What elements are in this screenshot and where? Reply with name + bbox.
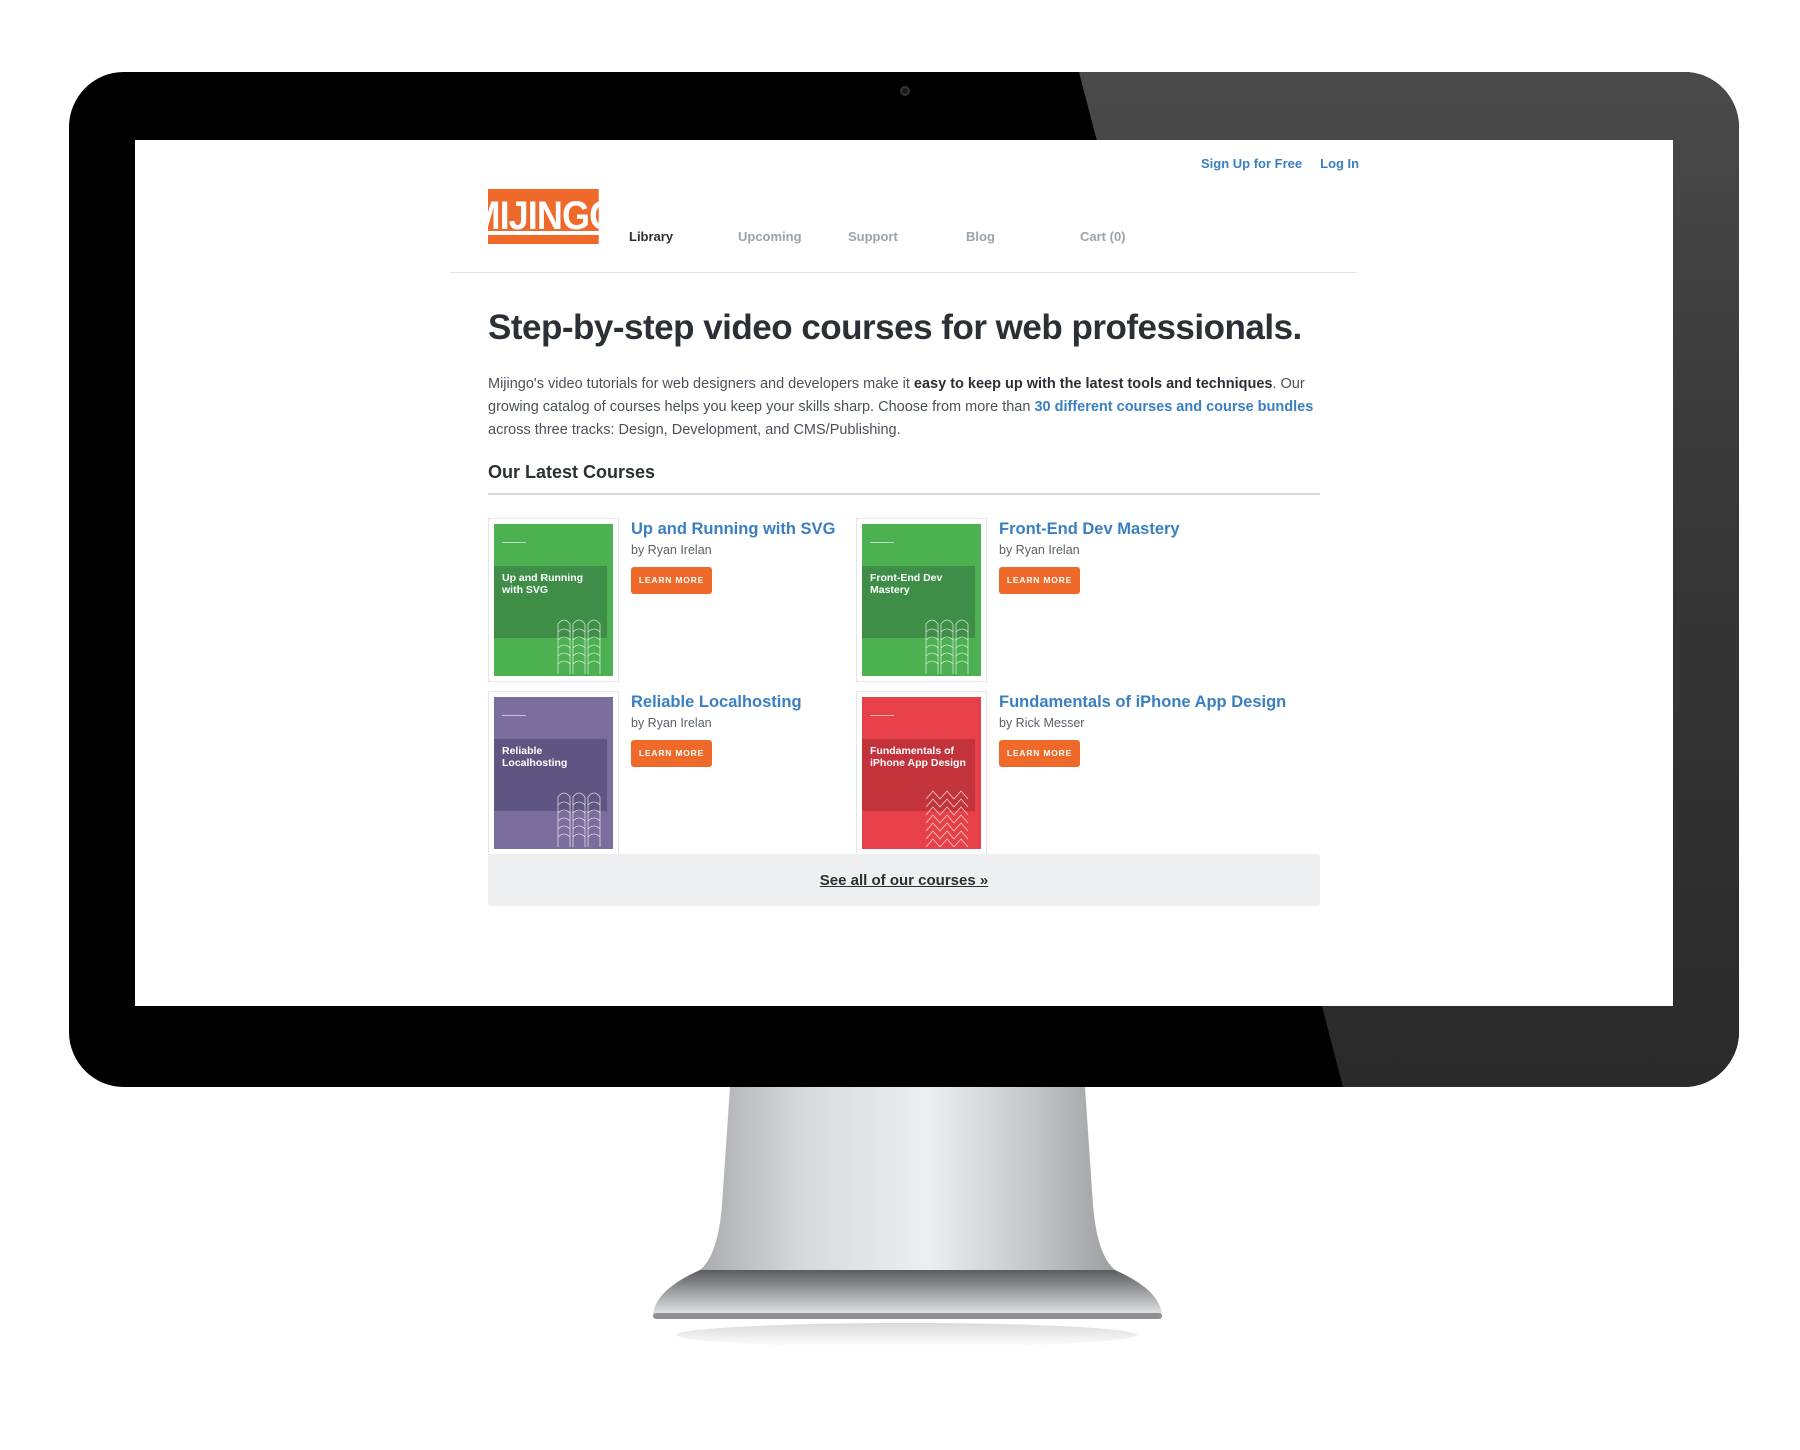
course-title-link[interactable]: Front-End Dev Mastery bbox=[999, 520, 1180, 539]
arches-pattern-icon bbox=[557, 792, 601, 847]
course-info: Up and Running with SVG by Ryan Irelan L… bbox=[631, 520, 835, 594]
course-author: by Ryan Irelan bbox=[631, 716, 712, 730]
intro-strong: easy to keep up with the latest tools an… bbox=[913, 376, 1273, 392]
see-all-courses-button[interactable]: See all of our courses » bbox=[488, 854, 1320, 906]
learn-more-button[interactable]: LEARN MORE bbox=[999, 567, 1080, 594]
courses-catalog-link[interactable]: 30 different courses and course bundles bbox=[1034, 399, 1313, 415]
cover-art: Up and Running with SVG bbox=[494, 524, 613, 676]
course-author: by Rick Messer bbox=[999, 716, 1085, 730]
cover-title: Up and Running with SVG bbox=[502, 572, 584, 596]
course-title-link[interactable]: Fundamentals of iPhone App Design bbox=[999, 693, 1286, 712]
cover-art: Reliable Localhosting bbox=[494, 697, 613, 849]
course-card: Reliable Localhosting Reliable Localhost… bbox=[488, 691, 908, 861]
learn-more-button[interactable]: LEARN MORE bbox=[631, 740, 712, 767]
section-title: Our Latest Courses bbox=[488, 462, 1320, 495]
course-card: Front-End Dev Mastery Front-End Dev Mast… bbox=[856, 518, 1276, 688]
account-nav: Sign Up for Free Log In bbox=[1201, 156, 1359, 171]
course-author: by Ryan Irelan bbox=[631, 543, 712, 557]
nav-cart[interactable]: Cart (0) bbox=[1080, 229, 1126, 244]
website: Sign Up for Free Log In MIJINGO Library … bbox=[135, 140, 1673, 1006]
signup-link[interactable]: Sign Up for Free bbox=[1201, 156, 1302, 171]
main-nav: Library Upcoming Support Blog Cart (0) bbox=[135, 229, 1673, 249]
screen: Sign Up for Free Log In MIJINGO Library … bbox=[135, 140, 1673, 1006]
nav-library[interactable]: Library bbox=[629, 229, 673, 244]
course-cover[interactable]: Fundamentals of iPhone App Design bbox=[856, 691, 987, 855]
nav-blog[interactable]: Blog bbox=[966, 229, 995, 244]
course-info: Reliable Localhosting by Ryan Irelan LEA… bbox=[631, 693, 802, 767]
learn-more-button[interactable]: LEARN MORE bbox=[631, 567, 712, 594]
course-info: Front-End Dev Mastery by Ryan Irelan LEA… bbox=[999, 520, 1180, 594]
cover-label-mark bbox=[870, 542, 894, 548]
nav-support[interactable]: Support bbox=[848, 229, 898, 244]
cover-art: Front-End Dev Mastery bbox=[862, 524, 981, 676]
cover-label-mark bbox=[502, 715, 526, 721]
header-divider bbox=[450, 272, 1357, 273]
course-title-link[interactable]: Reliable Localhosting bbox=[631, 693, 802, 712]
course-grid: Up and Running with SVG Up and Running w… bbox=[488, 518, 1328, 878]
cover-title: Reliable Localhosting bbox=[502, 745, 568, 769]
course-card: Up and Running with SVG Up and Running w… bbox=[488, 518, 908, 688]
intro-part1: Mijingo's video tutorials for web design… bbox=[488, 376, 914, 392]
arches-pattern-icon bbox=[557, 619, 601, 674]
intro-part3: across three tracks: Design, Development… bbox=[488, 422, 901, 438]
zigzag-pattern-icon bbox=[925, 790, 969, 847]
cover-title: Fundamentals of iPhone App Design bbox=[870, 745, 966, 769]
course-cover[interactable]: Up and Running with SVG bbox=[488, 518, 619, 682]
page-title: Step-by-step video courses for web profe… bbox=[488, 308, 1302, 347]
course-info: Fundamentals of iPhone App Design by Ric… bbox=[999, 693, 1286, 767]
monitor-stand bbox=[645, 1085, 1170, 1355]
monitor-bezel: Sign Up for Free Log In MIJINGO Library … bbox=[69, 72, 1739, 1087]
stand-icon bbox=[653, 1087, 1162, 1347]
course-author: by Ryan Irelan bbox=[999, 543, 1080, 557]
cover-label-mark bbox=[502, 542, 526, 548]
course-title-link[interactable]: Up and Running with SVG bbox=[631, 520, 835, 539]
course-cover[interactable]: Front-End Dev Mastery bbox=[856, 518, 987, 682]
course-card: Fundamentals of iPhone App Design Fundam… bbox=[856, 691, 1286, 861]
course-cover[interactable]: Reliable Localhosting bbox=[488, 691, 619, 855]
cover-art: Fundamentals of iPhone App Design bbox=[862, 697, 981, 849]
cover-title: Front-End Dev Mastery bbox=[870, 572, 943, 596]
login-link[interactable]: Log In bbox=[1320, 156, 1359, 171]
camera-icon bbox=[900, 86, 910, 96]
arches-pattern-icon bbox=[925, 619, 969, 674]
cover-label-mark bbox=[870, 715, 894, 721]
nav-upcoming[interactable]: Upcoming bbox=[738, 229, 802, 244]
intro-text: Mijingo's video tutorials for web design… bbox=[488, 373, 1328, 442]
learn-more-button[interactable]: LEARN MORE bbox=[999, 740, 1080, 767]
